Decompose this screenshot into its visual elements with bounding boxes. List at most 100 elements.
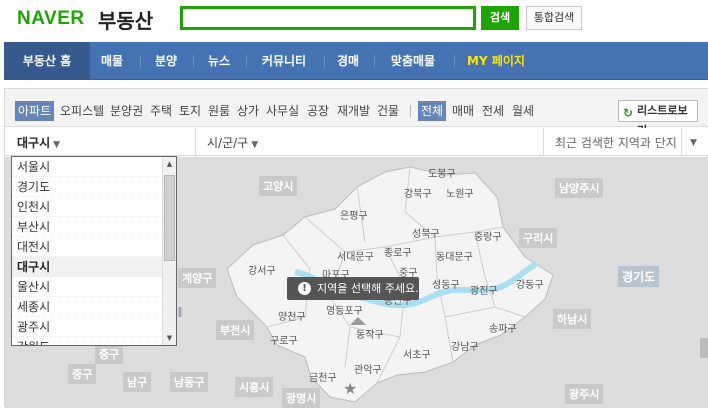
filter-type-officetel[interactable]: 오피스텔 [60, 101, 104, 121]
city-select-value: 대구시 [17, 136, 51, 150]
region-label[interactable]: 광명시 [282, 388, 321, 408]
city-option-selected[interactable]: 대구시 [12, 257, 176, 277]
filter-divider [410, 105, 411, 117]
gu-label[interactable]: 동작구 [356, 326, 384, 341]
filter-type-oneroom[interactable]: 원룸 [208, 101, 230, 121]
total-search-button[interactable]: 통합검색 [526, 6, 582, 30]
gu-label[interactable]: 광진구 [470, 282, 498, 297]
chevron-down-icon: ▼ [251, 140, 259, 150]
nav-auction[interactable]: 경매 [328, 42, 368, 80]
filter-type-store[interactable]: 상가 [237, 101, 259, 121]
gu-label[interactable]: 송파구 [489, 320, 517, 335]
city-option[interactable]: 울산시 [12, 277, 176, 297]
city-select[interactable]: 대구시 ▼ [17, 134, 60, 151]
nav-divider [246, 55, 247, 68]
city-option[interactable]: 대전시 [12, 237, 176, 257]
nav-home[interactable]: 부동산 홈 [4, 42, 90, 80]
nav-divider [374, 55, 375, 68]
map-pan-up-icon[interactable] [350, 317, 366, 325]
filter-deal-jeonse[interactable]: 전세 [482, 101, 504, 121]
gu-label[interactable]: 강남구 [451, 338, 479, 353]
region-label[interactable]: 광주시 [565, 384, 604, 404]
scroll-down-icon[interactable]: ▼ [163, 331, 176, 345]
search-input[interactable] [183, 9, 473, 27]
search-button[interactable]: 검색 [481, 6, 519, 30]
star-icon[interactable]: ★ [343, 379, 357, 398]
gu-label[interactable]: 구로구 [270, 332, 298, 347]
city-option[interactable]: 경기도 [12, 177, 176, 197]
chevron-down-icon[interactable]: ▼ [687, 134, 697, 148]
gu-label[interactable]: 강북구 [404, 185, 432, 200]
region-label[interactable]: 계양구 [178, 268, 217, 288]
exclamation-icon: ! [298, 282, 311, 295]
filter-bar: 아파트 오피스텔 분양권 주택 토지 원룸 상가 사무실 공장 재개발 건물 전… [5, 89, 708, 137]
gu-label[interactable]: 강동구 [516, 276, 544, 291]
gu-label[interactable]: 은평구 [340, 207, 368, 222]
list-view-button[interactable]: ↻ 리스트로보기 [618, 100, 698, 137]
region-label-province[interactable]: 경기도 [618, 266, 660, 287]
gu-label[interactable]: 동대문구 [436, 248, 473, 263]
filter-type-building[interactable]: 건물 [377, 101, 399, 121]
region-label[interactable]: 구리시 [519, 228, 558, 248]
select-region-tooltip: ! 지역을 선택해 주세요. [287, 277, 419, 300]
nav-presale[interactable]: 분양 [144, 42, 188, 80]
gu-label[interactable]: 서초구 [403, 346, 431, 361]
gu-label[interactable]: 성동구 [432, 276, 460, 291]
city-option[interactable]: 서울시 [12, 157, 176, 177]
region-label[interactable]: 중구 [68, 364, 97, 384]
city-option[interactable]: 강원도 [12, 337, 176, 345]
gu-label[interactable]: 강서구 [248, 262, 276, 277]
region-label[interactable]: 중구 [95, 344, 124, 364]
gu-label[interactable]: 종로구 [384, 244, 412, 259]
main-nav: 부동산 홈 매물 분양 뉴스 커뮤니티 경매 맞춤매물 MY 페이지 [4, 42, 708, 80]
region-label[interactable]: 남양주시 [555, 178, 604, 198]
city-option[interactable]: 세종시 [12, 297, 176, 317]
naver-logo[interactable]: NAVER [17, 8, 85, 30]
gu-label[interactable]: 성북구 [412, 225, 440, 240]
nav-community[interactable]: 커뮤니티 [250, 42, 318, 80]
filter-type-presale-right[interactable]: 분양권 [110, 101, 143, 121]
chevron-down-icon: ▼ [53, 140, 61, 150]
service-title[interactable]: 부동산 [98, 5, 153, 34]
city-option[interactable]: 부산시 [12, 217, 176, 237]
city-option[interactable]: 인천시 [12, 197, 176, 217]
filter-type-office[interactable]: 사무실 [266, 101, 299, 121]
region-label[interactable]: 하남시 [553, 309, 592, 329]
scroll-up-icon[interactable]: ▲ [163, 157, 176, 171]
filter-type-land[interactable]: 토지 [179, 101, 201, 121]
filter-deal-sale[interactable]: 매매 [452, 101, 474, 121]
gu-label[interactable]: 서대문구 [337, 248, 374, 263]
filter-type-factory[interactable]: 공장 [307, 101, 329, 121]
recent-search-select[interactable]: 최근 검색한 지역과 단지 [555, 134, 677, 151]
gu-label[interactable]: 영등포구 [326, 302, 363, 317]
region-label[interactable]: 남동구 [170, 372, 209, 392]
filter-deal-monthly[interactable]: 월세 [512, 101, 534, 121]
gu-label[interactable]: 양천구 [278, 308, 306, 323]
filter-type-apartment[interactable]: 아파트 [15, 101, 55, 121]
nav-custom[interactable]: 맞춤매물 [378, 42, 448, 80]
region-label[interactable]: 시흥시 [235, 377, 274, 397]
region-label[interactable]: 남구 [123, 372, 152, 392]
refresh-icon: ↻ [623, 106, 634, 120]
nav-listings[interactable]: 매물 [90, 42, 134, 80]
nav-news[interactable]: 뉴스 [197, 42, 241, 80]
gu-label[interactable]: 노원구 [446, 185, 474, 200]
nav-mypage[interactable]: MY 페이지 [458, 42, 534, 80]
filter-type-redevelop[interactable]: 재개발 [337, 101, 370, 121]
divider [681, 128, 682, 156]
dropdown-scrollbar[interactable]: ▲ ▼ [162, 157, 176, 345]
gu-label[interactable]: 도봉구 [428, 165, 456, 180]
gu-label[interactable]: 금천구 [309, 369, 337, 384]
filter-type-house[interactable]: 주택 [150, 101, 172, 121]
map-side-handle[interactable] [700, 338, 708, 358]
scroll-thumb[interactable] [164, 175, 175, 261]
gu-label[interactable]: 중랑구 [474, 228, 502, 243]
city-dropdown-list[interactable]: 서울시 경기도 인천시 부산시 대전시 대구시 울산시 세종시 광주시 강원도 … [11, 156, 177, 346]
search-box[interactable] [180, 6, 476, 30]
region-label[interactable]: 부천시 [216, 320, 255, 340]
district-select[interactable]: 시/군/구 ▼ [207, 134, 258, 151]
filter-deal-all[interactable]: 전체 [418, 101, 447, 121]
region-label[interactable]: 고양시 [259, 176, 298, 196]
gu-label[interactable]: 관악구 [354, 361, 382, 376]
city-option[interactable]: 광주시 [12, 317, 176, 337]
